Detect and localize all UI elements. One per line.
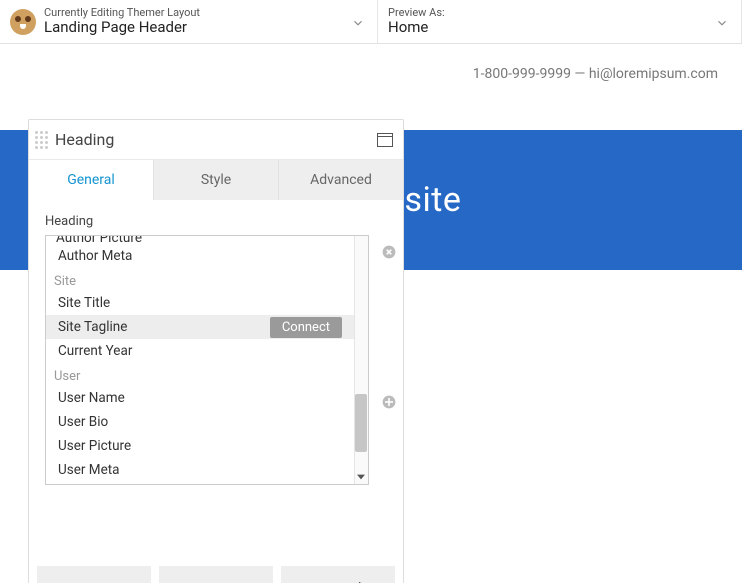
panel-tabs: General Style Advanced [29,160,403,200]
tab-general[interactable]: General [29,160,154,200]
settings-panel: Heading General Style Advanced Heading A… [28,119,404,583]
dropdown-option[interactable]: Current Year [46,339,354,363]
admin-bar: Currently Editing Themer Layout Landing … [0,0,742,44]
dropdown-option-label: Site Tagline [58,319,127,335]
panel-body: Heading Author Picture Author Meta Site … [29,200,403,558]
dropdown-arrow-icon[interactable] [354,470,368,484]
beaver-logo-icon [10,9,36,35]
panel-footer: Save Save As... Cancel [29,558,403,583]
drag-handle-icon[interactable] [35,131,49,149]
dropdown-option[interactable]: User Picture [46,434,354,458]
save-as-button[interactable]: Save As... [159,566,273,583]
preview-labels: Preview As: Home [388,7,445,37]
heading-field-label: Heading [45,214,387,229]
heading-source-dropdown[interactable]: Author Picture Author Meta Site Site Tit… [45,235,369,485]
dropdown-option[interactable]: Site Title [46,291,354,315]
page-canvas: 1-800-999-9999 — hi@loremipsum.com My We… [0,44,742,583]
chevron-down-icon [715,15,729,29]
cancel-button[interactable]: Cancel [281,566,395,583]
expand-icon[interactable] [377,133,393,147]
add-icon[interactable] [379,392,399,412]
chevron-down-icon [351,15,365,29]
panel-title: Heading [55,130,377,149]
dropdown-option-partial[interactable]: Author Picture [46,236,354,244]
connect-button[interactable]: Connect [270,317,342,338]
dropdown-option[interactable]: User Bio [46,410,354,434]
editing-labels: Currently Editing Themer Layout Landing … [44,7,200,37]
dropdown-group-site: Site [46,268,354,291]
clear-icon[interactable] [379,242,399,262]
preview-value: Home [388,19,445,36]
dropdown-group-user: User [46,363,354,386]
tab-style[interactable]: Style [154,160,279,200]
dropdown-list: Author Picture Author Meta Site Site Tit… [46,236,354,484]
dropdown-option[interactable]: User Name [46,386,354,410]
dropdown-option-hovered[interactable]: Site Tagline Connect [46,315,354,339]
dropdown-scrollbar-thumb[interactable] [355,394,367,452]
panel-header[interactable]: Heading [29,120,403,160]
tab-advanced[interactable]: Advanced [279,160,403,200]
dropdown-option[interactable]: Author Meta [46,244,354,268]
dropdown-option[interactable]: User Meta [46,458,354,482]
editing-value: Landing Page Header [44,19,200,36]
editing-layout-dropdown[interactable]: Currently Editing Themer Layout Landing … [0,0,378,43]
save-button[interactable]: Save [37,566,151,583]
preview-as-dropdown[interactable]: Preview As: Home [378,0,742,43]
contact-line: 1-800-999-9999 — hi@loremipsum.com [473,66,718,82]
